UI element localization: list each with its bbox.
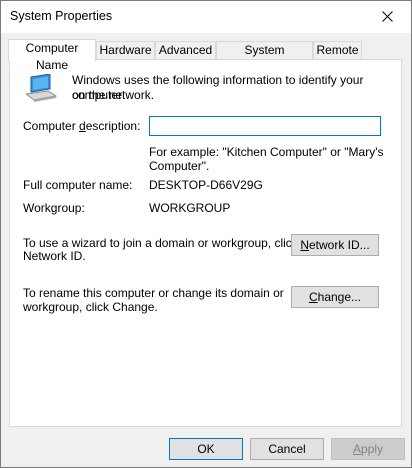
window-title: System Properties — [10, 9, 113, 23]
tab-computer-name[interactable]: Computer Name — [8, 39, 96, 72]
tab-system-protection[interactable]: System Protection — [216, 41, 313, 74]
computer-description-label: Computer description: — [23, 119, 141, 133]
network-id-button[interactable]: Network ID... — [291, 234, 379, 256]
close-button[interactable] — [365, 1, 411, 33]
workgroup-label: Workgroup: — [23, 201, 85, 215]
full-computer-name-value: DESKTOP-D66V29G — [149, 178, 263, 192]
full-computer-name-label: Full computer name: — [23, 178, 133, 192]
system-properties-window: System Properties Computer Name Hardware… — [0, 0, 412, 468]
computer-icon — [26, 74, 58, 102]
tab-advanced[interactable]: Advanced — [155, 41, 216, 59]
example-text-line2: Computer". — [149, 159, 210, 173]
computer-description-input[interactable] — [149, 116, 381, 136]
ok-button[interactable]: OK — [169, 438, 243, 460]
workgroup-value: WORKGROUP — [149, 201, 231, 215]
tab-hardware[interactable]: Hardware — [96, 41, 155, 59]
wizard-text-line2: Network ID. — [23, 249, 86, 263]
tab-strip: Computer Name Hardware Advanced System P… — [8, 39, 403, 74]
change-button[interactable]: Change... — [291, 286, 379, 308]
close-icon — [382, 11, 393, 22]
rename-text-line2: workgroup, click Change. — [23, 300, 158, 314]
cancel-button[interactable]: Cancel — [250, 438, 324, 460]
apply-button[interactable]: Apply — [331, 438, 405, 460]
rename-text-line1: To rename this computer or change its do… — [23, 286, 284, 300]
title-bar: System Properties — [1, 1, 411, 33]
computer-name-panel: Windows uses the following information t… — [9, 59, 402, 427]
intro-text-line2: on the network. — [72, 88, 155, 102]
example-text-line1: For example: "Kitchen Computer" or "Mary… — [149, 145, 384, 159]
tab-remote[interactable]: Remote — [313, 41, 362, 59]
